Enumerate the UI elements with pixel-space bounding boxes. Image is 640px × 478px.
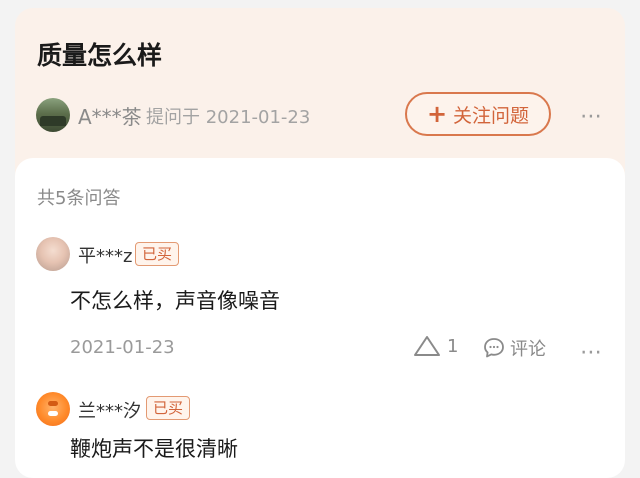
follow-question-button[interactable]: + 关注问题: [405, 92, 551, 136]
answer-date: 2021-01-23: [70, 337, 175, 358]
triangle-like-icon: [414, 336, 440, 356]
comment-button[interactable]: 评论: [482, 335, 546, 361]
comment-icon: [484, 338, 504, 358]
asker-name[interactable]: A***茶: [78, 101, 142, 130]
question-title: 质量怎么样: [37, 41, 163, 70]
purchased-badge: 已买: [146, 396, 191, 420]
plus-icon: +: [426, 100, 448, 128]
answer-user-name[interactable]: 平***z: [78, 242, 132, 268]
answer-text: 不怎么样，声音像噪音: [70, 289, 280, 313]
ask-date: 提问于 2021-01-23: [146, 107, 311, 128]
asker-avatar[interactable]: [36, 98, 70, 132]
avatar[interactable]: [36, 392, 70, 426]
more-options-icon[interactable]: ⋯: [580, 340, 603, 365]
answer-user-name[interactable]: 兰***汐: [78, 397, 141, 423]
follow-label: 关注问题: [453, 104, 530, 127]
like-count: 1: [447, 335, 459, 357]
answer-text: 鞭炮声不是很清晰: [70, 437, 238, 461]
comment-label: 评论: [510, 339, 546, 360]
purchased-badge: 已买: [135, 242, 180, 266]
answer-count: 共5条问答: [37, 188, 121, 209]
avatar[interactable]: [36, 237, 70, 271]
like-button[interactable]: 1: [412, 334, 458, 358]
more-options-icon[interactable]: ⋯: [580, 104, 603, 129]
